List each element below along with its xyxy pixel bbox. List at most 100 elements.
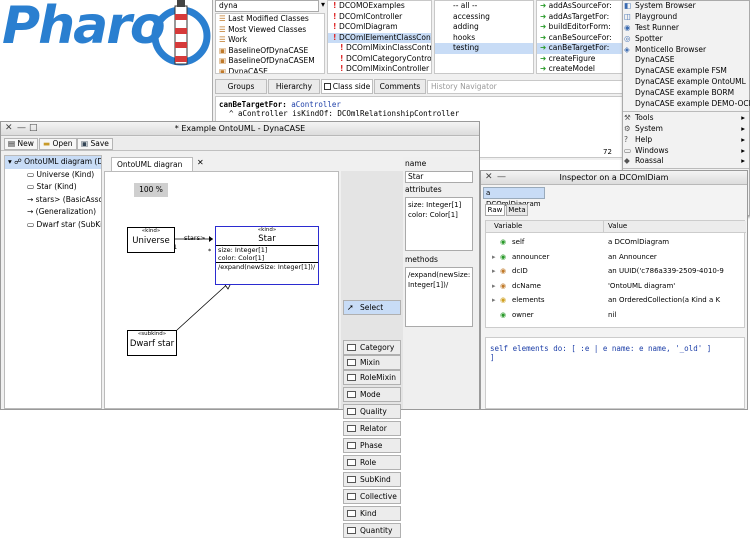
inspector-row[interactable]: ▸ ◉ announcer an Announcer (486, 250, 746, 264)
menu-item[interactable]: ◈ Monticello Browser (623, 45, 749, 56)
uml-class-dwarf-star[interactable]: «subkind» Dwarf star (127, 330, 177, 356)
browser-tab[interactable]: Class side (321, 79, 373, 94)
menu-item[interactable]: ◫ Playground (623, 12, 749, 23)
open-button[interactable]: ▬ Open (39, 138, 77, 150)
variable-column-header[interactable]: Variable (486, 221, 604, 233)
inspector-object-tab[interactable]: a DCOmlDiagram (483, 187, 545, 208)
palette-button[interactable]: Quality (343, 404, 401, 419)
submenu-item[interactable]: ⚒ Tools ▸ (623, 113, 749, 124)
menu-item[interactable]: ◎ Spotter (623, 34, 749, 45)
model-tree[interactable]: ▾ ☍ OntoUML diagram (DC ▭ Universe (Kind)… (4, 155, 102, 409)
menu-item[interactable]: ◉ Test Runner (623, 23, 749, 34)
package-item[interactable]: ☰ Last Modified Classes (216, 14, 324, 25)
class-item[interactable]: ! DCOMOExamples (328, 1, 431, 12)
submenu-item[interactable]: ⚙ System ▸ (623, 124, 749, 135)
inspector-row[interactable]: ▸ ◉ elements an OrderedCollection(a Kind a … (486, 293, 746, 307)
protocol-item[interactable]: accessing (435, 12, 533, 23)
canvas-tab-close-icon[interactable]: ✕ (197, 158, 204, 167)
value-column-header[interactable]: Value (604, 221, 746, 233)
menu-item[interactable]: ◧ System Browser (623, 1, 749, 12)
collapse-icon[interactable]: — (497, 171, 506, 184)
submenu-item[interactable]: ◆ Roassal ▸ (623, 156, 749, 167)
menu-item[interactable]: DynaCASE (623, 55, 749, 66)
package-item[interactable]: ▣ BaselineOfDynaCASE (216, 46, 324, 57)
palette-button[interactable]: Quantity (343, 523, 401, 538)
method-list[interactable]: ➜ addAsSourceFor: ➜ addAsTargetFor: ➜ buil… (536, 0, 629, 74)
tree-item[interactable]: ▭ Star (Kind) (5, 181, 101, 194)
inspector-titlebar[interactable]: ✕ — Inspector on a DCOmlDiam (481, 171, 747, 185)
checkbox-icon[interactable] (323, 83, 331, 90)
uml-class-universe[interactable]: «kind» Universe (127, 227, 175, 253)
palette-button[interactable]: ➚ Select (343, 300, 401, 315)
browser-tab[interactable]: Groups (215, 79, 267, 94)
menu-item[interactable]: DynaCASE example DEMO-OCD (623, 99, 750, 110)
palette-button[interactable]: Relator (343, 421, 401, 436)
tree-item[interactable]: → stars> (BasicAssoci (5, 194, 101, 207)
method-item[interactable]: ➜ createFigure (537, 54, 628, 65)
submenu-item[interactable]: ▭ Windows ▸ (623, 146, 749, 157)
tree-item[interactable]: → (Generalization) (5, 206, 101, 219)
class-item[interactable]: ! DCOmlCategoryContro (328, 54, 431, 65)
method-item[interactable]: ➜ canBeTargetFor: (537, 43, 628, 54)
palette-button[interactable]: Kind (343, 506, 401, 521)
class-item[interactable]: ! DCOmlMixinClassContro (328, 43, 431, 54)
expand-icon[interactable]: ▸ (492, 279, 496, 293)
maximize-icon[interactable]: □ (29, 122, 38, 135)
menu-item[interactable]: DynaCASE example BORM (623, 88, 749, 99)
palette-button[interactable]: Mixin (343, 355, 401, 370)
palette-button[interactable]: Role (343, 455, 401, 470)
protocol-item[interactable]: testing (435, 43, 533, 54)
inspector-row[interactable]: ◉ self a DCOmlDiagram (486, 235, 746, 249)
package-item[interactable]: ☰ Work (216, 35, 324, 46)
class-list[interactable]: ! DCOMOExamples! DCOmlController! DCOmlD… (327, 0, 432, 74)
meta-tab[interactable]: Meta (506, 204, 528, 216)
new-button[interactable]: ▤ New (4, 138, 38, 150)
palette-button[interactable]: Category (343, 340, 401, 355)
protocol-item[interactable]: hooks (435, 33, 533, 44)
class-item[interactable]: ! DCOmlDiagram (328, 22, 431, 33)
methods-field[interactable]: /expand(newSize: Integer[1])/ (405, 267, 473, 327)
protocol-list[interactable]: -- all -- accessing adding hooks testing (434, 0, 534, 74)
inspector-code-pane[interactable]: self elements do: [ :e | e name: e name,… (485, 337, 745, 409)
inspector-row[interactable]: ▸ ◉ dcName 'OntoUML diagram' (486, 279, 746, 293)
package-list[interactable]: ☰ Last Modified Classes ☰ Most Viewed Cla… (215, 13, 325, 74)
class-item[interactable]: ! DCOmlElementClassCont (328, 32, 431, 43)
method-item[interactable]: ➜ buildEditorForm: (537, 22, 628, 33)
palette-button[interactable]: RoleMixin (343, 370, 401, 385)
palette-button[interactable]: Collective (343, 489, 401, 504)
protocol-item[interactable]: -- all -- (435, 1, 533, 12)
browser-tab[interactable]: Comments (374, 79, 426, 94)
package-item[interactable]: ▣ BaselineOfDynaCASEM (216, 56, 324, 67)
protocol-item[interactable]: adding (435, 22, 533, 33)
tree-item[interactable]: ▭ Universe (Kind) (5, 169, 101, 182)
package-item[interactable]: ▣ DynaCASE (216, 67, 324, 74)
method-item[interactable]: ➜ canBeSourceFor: (537, 33, 628, 44)
package-search-input[interactable]: dyna (215, 0, 319, 12)
class-item[interactable]: ! DCOmlMixinController (328, 64, 431, 73)
canvas-tab[interactable]: OntoUML diagran (111, 157, 193, 171)
expand-icon[interactable]: ▸ (492, 293, 496, 307)
tree-item[interactable]: ▭ Dwarf star (SubKin (5, 219, 101, 232)
expand-icon[interactable]: ▸ (492, 250, 496, 264)
close-icon[interactable]: ✕ (5, 122, 13, 135)
expand-icon[interactable]: ▸ (492, 264, 496, 278)
uml-class-star[interactable]: «kind» Star size: Integer[1] color: Colo… (215, 226, 319, 285)
inspector-row[interactable]: ◉ owner nil (486, 308, 746, 322)
method-item[interactable]: ➜ createModel (537, 64, 628, 73)
collapse-icon[interactable]: — (17, 122, 26, 135)
name-field[interactable]: Star (405, 171, 473, 183)
palette-button[interactable]: Mode (343, 387, 401, 402)
browser-tab[interactable]: Hierarchy (268, 79, 320, 94)
package-item[interactable]: ☰ Most Viewed Classes (216, 25, 324, 36)
dynacase-titlebar[interactable]: ✕ — □ * Example OntoUML - DynaCASE (1, 122, 479, 136)
inspector-row[interactable]: ▸ ◉ dcID an UUID('c786a339-2509-4010-9 (486, 264, 746, 278)
menu-item[interactable]: DynaCASE example FSM (623, 66, 749, 77)
history-navigator[interactable]: History Navigator (427, 80, 627, 94)
palette-button[interactable]: Phase (343, 438, 401, 453)
generalization-line[interactable] (176, 278, 234, 331)
raw-tab[interactable]: Raw (485, 204, 505, 216)
method-item[interactable]: ➜ addAsTargetFor: (537, 12, 628, 23)
palette-button[interactable]: SubKind (343, 472, 401, 487)
attributes-field[interactable]: size: Integer[1] color: Color[1] (405, 197, 473, 251)
menu-item[interactable]: DynaCASE example OntoUML (623, 77, 749, 88)
